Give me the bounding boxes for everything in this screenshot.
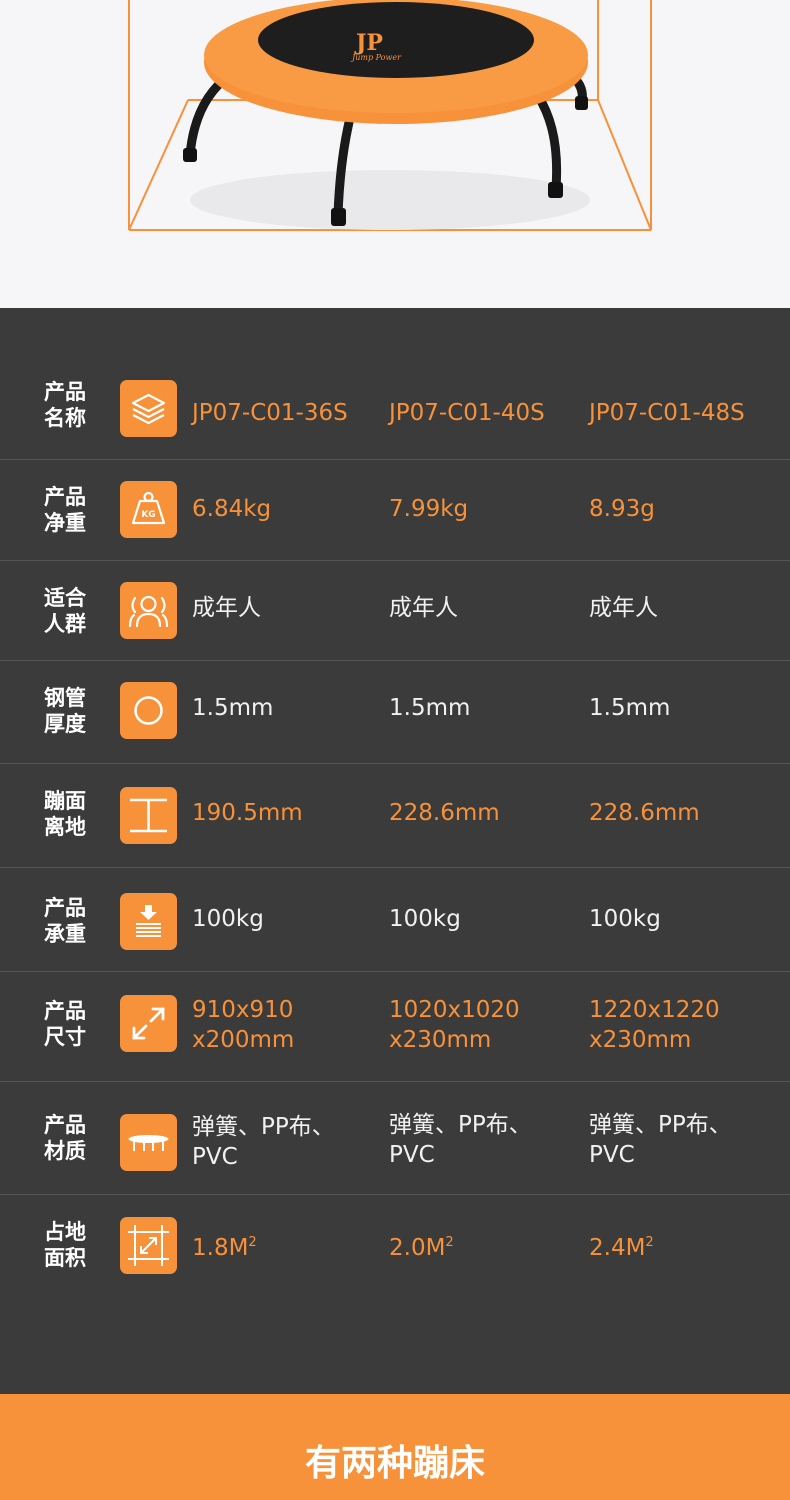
trampoline-product-image: JP Jump Power: [128, 0, 652, 231]
spec-label: 产品 净重: [44, 485, 86, 535]
spec-value: 7.99kg: [389, 496, 469, 522]
load-bearing-icon: [120, 893, 177, 950]
spec-value: JP07-C01-48S: [589, 400, 745, 426]
spec-row-suitable-group: 适合 人群 成年人 成年人 成年人: [0, 561, 790, 661]
svg-text:KG: KG: [141, 510, 155, 520]
spec-value: 100kg: [389, 906, 461, 932]
spec-value: 成年人: [192, 595, 261, 621]
spec-row-mat-height: 蹦面 离地 190.5mm 228.6mm 228.6mm: [0, 764, 790, 868]
spec-label: 产品 尺寸: [44, 999, 86, 1049]
spec-value: 1.5mm: [192, 695, 274, 721]
spec-value: 910x910 x200mm: [192, 997, 295, 1053]
spec-table: 产品 名称 JP07-C01-36S JP07-C01-40S JP07-C01…: [0, 308, 790, 1394]
spec-value: 100kg: [192, 906, 264, 932]
spec-value: 2.0M2: [389, 1235, 454, 1261]
spec-value: 弹簧、PP布、 PVC: [589, 1112, 732, 1168]
spec-value: 1220x1220 x230mm: [589, 997, 720, 1053]
spec-value: 190.5mm: [192, 800, 303, 826]
kg-weight-icon: KG: [120, 481, 177, 538]
spec-value: 8.93g: [589, 496, 655, 522]
spec-value: 弹簧、PP布、 PVC: [192, 1114, 335, 1170]
spec-value: 弹簧、PP布、 PVC: [389, 1112, 532, 1168]
spec-row-product-size: 产品 尺寸 910x910 x200mm 1020x1020 x230mm 12…: [0, 972, 790, 1082]
spec-value: JP07-C01-36S: [192, 400, 348, 426]
area-frame-icon: [120, 1217, 177, 1274]
spec-row-load-bearing: 产品 承重 100kg 100kg 100kg: [0, 868, 790, 972]
spec-value: 100kg: [589, 906, 661, 932]
spec-row-net-weight: 产品 净重 KG 6.84kg 7.99kg 8.93g: [0, 460, 790, 561]
spec-row-material: 产品 材质 弹簧、PP布、 PVC 弹簧、PP布、 PVC 弹簧、PP布、 PV…: [0, 1082, 790, 1195]
section-banner: 有两种蹦床: [0, 1394, 790, 1500]
layers-icon: [120, 380, 177, 437]
spec-value: 228.6mm: [389, 800, 500, 826]
spec-value: 1020x1020 x230mm: [389, 997, 520, 1053]
spec-value: 成年人: [389, 595, 458, 621]
spec-value: 2.4M2: [589, 1235, 654, 1261]
banner-title: 有两种蹦床: [304, 1443, 485, 1484]
spec-label: 占地 面积: [44, 1220, 86, 1270]
height-icon: [120, 787, 177, 844]
spec-value: 228.6mm: [589, 800, 700, 826]
spec-label: 蹦面 离地: [44, 789, 86, 839]
spec-label: 产品 承重: [44, 896, 86, 946]
trampoline-icon: [120, 1114, 177, 1171]
expand-arrows-icon: [120, 995, 177, 1052]
people-icon: [120, 582, 177, 639]
circle-icon: [120, 682, 177, 739]
spec-value: JP07-C01-40S: [389, 400, 545, 426]
spec-value: 6.84kg: [192, 496, 272, 522]
spec-value: 1.5mm: [389, 695, 471, 721]
brand-tagline: Jump Power: [350, 53, 402, 62]
product-hero: JP Jump Power: [0, 0, 790, 308]
spec-label: 钢管 厚度: [44, 686, 86, 736]
spec-label: 适合 人群: [44, 586, 86, 636]
spec-value: 1.5mm: [589, 695, 671, 721]
spec-row-tube-thickness: 钢管 厚度 1.5mm 1.5mm 1.5mm: [0, 661, 790, 764]
spec-value: 成年人: [589, 595, 658, 621]
spec-label: 产品 材质: [44, 1113, 86, 1163]
spec-row-floor-area: 占地 面积 1.8M2 2.0M2 2.4M2: [0, 1195, 790, 1394]
spec-row-product-name: 产品 名称 JP07-C01-36S JP07-C01-40S JP07-C01…: [0, 308, 790, 460]
spec-label: 产品 名称: [44, 380, 86, 430]
spec-value: 1.8M2: [192, 1235, 257, 1261]
